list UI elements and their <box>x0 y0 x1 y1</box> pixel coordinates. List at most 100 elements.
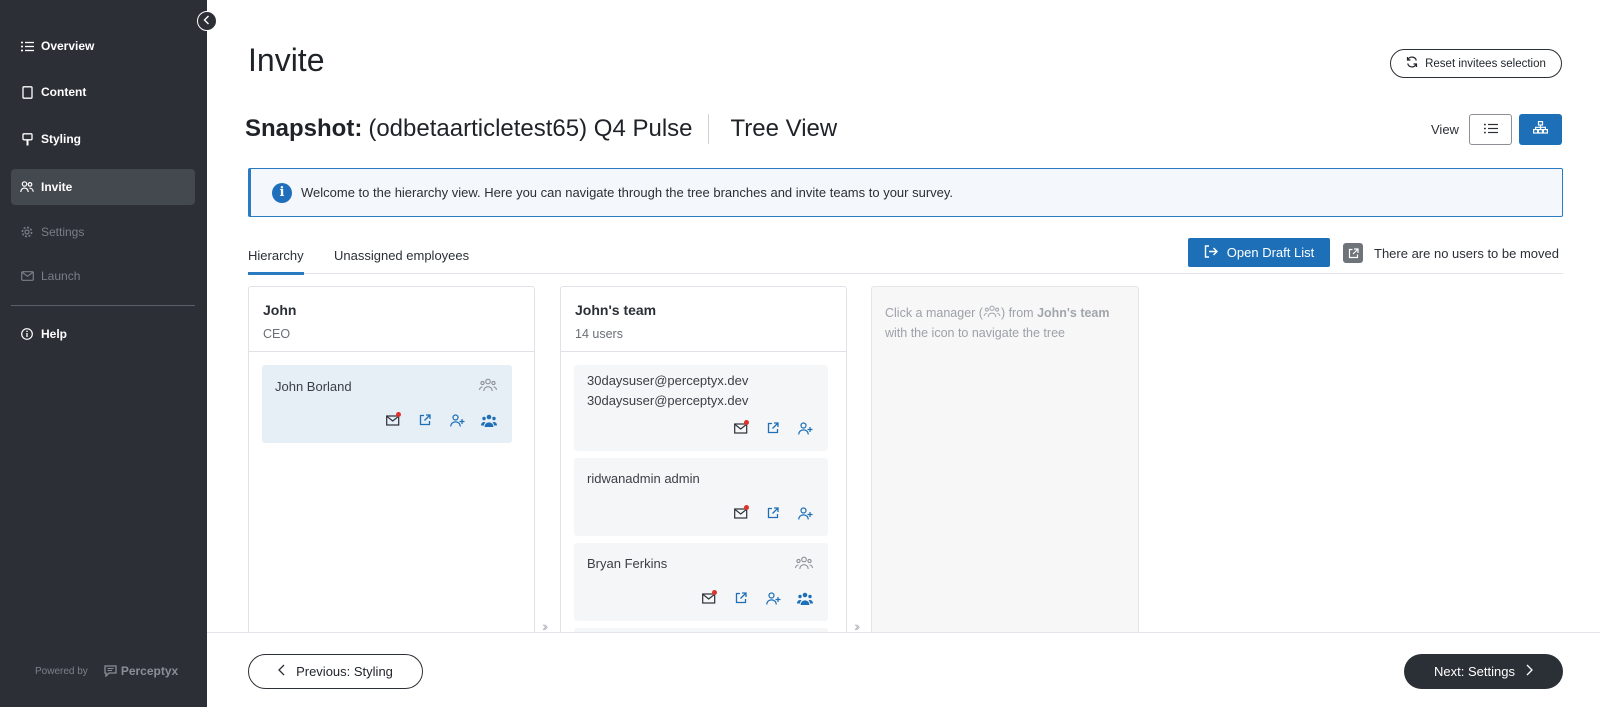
sidebar-item-label: Settings <box>41 225 85 239</box>
add-user-icon[interactable] <box>796 504 814 522</box>
next-button-label: Next: Settings <box>1434 664 1515 679</box>
sidebar-item-label: Overview <box>41 39 95 53</box>
brand-name: Perceptyx <box>120 664 179 678</box>
hierarchy-column-manager: John CEO John Borland <box>248 286 535 632</box>
sidebar-item-styling[interactable]: Styling <box>11 121 195 157</box>
team-icon <box>983 305 1001 320</box>
notification-dot <box>744 505 749 510</box>
info-icon <box>20 327 34 341</box>
add-user-icon[interactable] <box>764 589 782 607</box>
column-subtitle: CEO <box>263 327 291 341</box>
employee-name: Bryan Ferkins <box>587 556 668 571</box>
powered-by-text: Powered by <box>35 665 88 677</box>
hierarchy-icon <box>1533 120 1548 139</box>
email-icon[interactable] <box>384 411 402 429</box>
previous-button-label: Previous: Styling <box>296 664 393 679</box>
external-link-icon[interactable] <box>764 419 782 437</box>
app-root: Overview Content Styling Invite Settings <box>0 0 1600 707</box>
chevron-left-icon <box>203 12 211 30</box>
external-link-icon <box>1343 243 1363 263</box>
envelope-icon <box>20 269 34 283</box>
sign-in-icon <box>1204 244 1227 261</box>
column-title: John's team <box>575 302 657 318</box>
card-actions <box>732 419 814 437</box>
sidebar-item-label: Launch <box>41 269 81 283</box>
tree-view-button[interactable] <box>1519 114 1562 145</box>
move-status: There are no users to be moved <box>1343 243 1559 263</box>
sidebar-item-label: Styling <box>41 132 82 146</box>
list-view-button[interactable] <box>1469 114 1512 145</box>
email-icon[interactable] <box>732 504 750 522</box>
sidebar-item-settings[interactable]: Settings <box>11 214 195 250</box>
sidebar-item-content[interactable]: Content <box>11 74 195 110</box>
info-banner: i Welcome to the hierarchy view. Here yo… <box>248 168 1563 217</box>
external-link-icon[interactable] <box>764 504 782 522</box>
view-label: View <box>1431 122 1459 137</box>
team-invite-icon[interactable] <box>796 589 814 607</box>
add-user-icon[interactable] <box>796 419 814 437</box>
chevron-left-icon <box>278 664 296 679</box>
add-user-icon[interactable] <box>448 411 466 429</box>
notification-dot <box>744 420 749 425</box>
team-icon[interactable] <box>479 378 497 397</box>
snapshot-heading: Snapshot: (odbetaarticletest65) Q4 Pulse… <box>245 114 837 144</box>
employee-card[interactable]: John Borland <box>262 365 512 443</box>
column-header: John's team 14 users <box>561 287 846 352</box>
reset-invitees-button[interactable]: Reset invitees selection <box>1390 49 1562 78</box>
column-title: John <box>263 302 297 318</box>
sidebar-item-launch[interactable]: Launch <box>11 258 195 294</box>
snapshot-label: Snapshot: <box>245 115 363 142</box>
sidebar-item-help[interactable]: Help <box>11 316 195 352</box>
notification-dot <box>396 412 401 417</box>
employee-email: 30daysuser@perceptyx.dev <box>587 393 749 408</box>
perceptyx-logo-icon <box>104 665 117 677</box>
sidebar-divider <box>11 305 195 306</box>
card-actions <box>384 411 498 429</box>
sidebar: Overview Content Styling Invite Settings <box>0 0 207 707</box>
employee-name: ridwanadmin admin <box>587 471 700 486</box>
email-icon[interactable] <box>700 589 718 607</box>
employee-card[interactable]: Bryan Ferkins <box>574 543 828 621</box>
collapse-sidebar-button[interactable] <box>197 11 217 31</box>
move-status-text: There are no users to be moved <box>1374 245 1559 261</box>
info-circle-icon: i <box>272 182 292 203</box>
next-button[interactable]: Next: Settings <box>1404 654 1563 689</box>
open-draft-list-label: Open Draft List <box>1226 245 1315 260</box>
previous-button[interactable]: Previous: Styling <box>248 654 423 689</box>
external-link-icon[interactable] <box>416 411 434 429</box>
hint-text-after: with the icon to navigate the tree <box>885 326 1065 340</box>
hint-team-name: John's team <box>1037 306 1110 320</box>
list-icon <box>1483 121 1498 139</box>
employee-card[interactable]: 30daysuser@perceptyx.dev 30daysuser@perc… <box>574 365 828 451</box>
sidebar-item-label: Help <box>41 327 68 341</box>
info-banner-text: Welcome to the hierarchy view. Here you … <box>301 185 954 200</box>
footer-bar: Previous: Styling Next: Settings <box>207 632 1600 707</box>
reset-invitees-label: Reset invitees selection <box>1425 57 1546 70</box>
column-header: John CEO <box>249 287 534 352</box>
employee-name: John Borland <box>275 379 352 394</box>
sidebar-item-overview[interactable]: Overview <box>11 28 195 64</box>
gear-icon <box>20 225 34 239</box>
employee-card[interactable]: ridwanadmin admin <box>574 458 828 536</box>
sidebar-item-invite[interactable]: Invite <box>11 169 195 205</box>
notification-dot <box>712 590 717 595</box>
external-link-icon[interactable] <box>732 589 750 607</box>
sidebar-item-label: Content <box>41 85 87 99</box>
page-title: Invite <box>248 42 325 78</box>
team-invite-icon[interactable] <box>480 411 498 429</box>
email-icon[interactable] <box>732 419 750 437</box>
tab-hierarchy[interactable]: Hierarchy <box>248 248 304 275</box>
team-icon[interactable] <box>795 556 813 575</box>
heading-separator <box>707 114 709 144</box>
powered-by: Powered by Perceptyx <box>35 664 178 678</box>
refresh-icon <box>1406 56 1425 71</box>
open-draft-list-button[interactable]: Open Draft List <box>1188 238 1330 267</box>
sidebar-item-label: Invite <box>41 180 73 194</box>
tab-unassigned-employees[interactable]: Unassigned employees <box>334 248 469 272</box>
card-actions <box>700 589 814 607</box>
view-name: Tree View <box>730 115 838 142</box>
employee-name: 30daysuser@perceptyx.dev <box>587 373 749 388</box>
users-icon <box>20 180 34 194</box>
card-actions <box>732 504 814 522</box>
brand-logo: Perceptyx <box>104 664 178 678</box>
